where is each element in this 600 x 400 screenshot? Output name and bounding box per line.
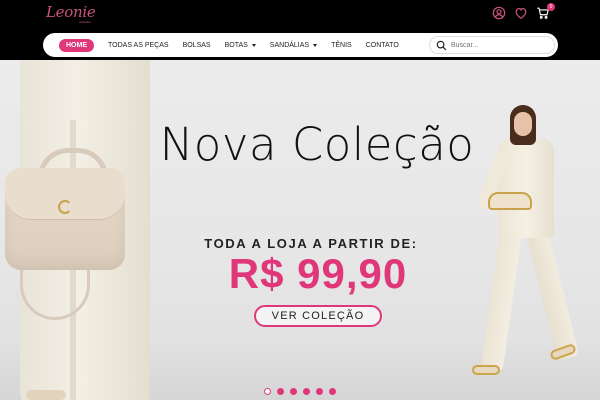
nav-item-botas-label: BOTAS — [224, 41, 248, 49]
main-nav: HOME TODAS AS PEÇAS BOLSAS BOTAS SANDÁLI… — [43, 33, 558, 57]
ver-colecao-button[interactable]: VER COLEÇÃO — [254, 305, 382, 327]
nav-item-home[interactable]: HOME — [59, 38, 94, 52]
carousel-dots — [264, 388, 336, 395]
nav-band: HOME TODAS AS PEÇAS BOLSAS BOTAS SANDÁLI… — [0, 30, 600, 60]
nav-item-todas-as-pecas[interactable]: TODAS AS PEÇAS — [108, 42, 169, 49]
heart-icon[interactable] — [514, 6, 528, 20]
carousel-dot[interactable] — [303, 388, 310, 395]
search-input[interactable] — [451, 41, 551, 49]
hero-subtitle: TODA A LOJA A PARTIR DE: — [204, 236, 418, 251]
nav-item-sandalias-label: SANDÁLIAS — [269, 41, 310, 49]
top-bar: Leonie calçados 0 — [0, 0, 600, 30]
brand-logo[interactable]: Leonie — [46, 3, 96, 21]
header-actions: 0 — [492, 3, 555, 20]
cart-count-badge: 0 — [547, 3, 555, 11]
chevron-down-icon — [313, 43, 318, 47]
hero-title: Nova Coleção — [0, 118, 600, 171]
nav-item-contato[interactable]: CONTATO — [366, 42, 399, 49]
chevron-down-icon — [251, 43, 256, 47]
hero-model-left-shoe — [26, 390, 66, 400]
carousel-dot[interactable] — [316, 388, 323, 395]
hero-price: R$ 99,90 — [228, 250, 408, 297]
handbag-clasp — [58, 200, 72, 214]
brand-logo-subtitle: calçados — [79, 20, 91, 24]
sandal-in-hand-image — [488, 192, 532, 210]
hero-model-right-shoe — [472, 365, 500, 375]
user-icon[interactable] — [492, 6, 506, 20]
carousel-dot[interactable] — [329, 388, 336, 395]
carousel-dot[interactable] — [264, 388, 271, 395]
cart-icon[interactable]: 0 — [536, 3, 555, 20]
search-icon[interactable] — [436, 40, 447, 51]
hero-banner — [0, 60, 600, 400]
nav-item-botas[interactable]: BOTAS — [225, 42, 256, 49]
nav-item-bolsas[interactable]: BOLSAS — [183, 42, 211, 49]
nav-item-sandalias[interactable]: SANDÁLIAS — [269, 41, 318, 49]
hero-title-text: Nova Coleção — [159, 118, 475, 171]
carousel-dot[interactable] — [277, 388, 284, 395]
nav-item-tenis[interactable]: TÊNIS — [331, 42, 352, 49]
search-box[interactable] — [429, 36, 555, 54]
carousel-dot[interactable] — [290, 388, 297, 395]
